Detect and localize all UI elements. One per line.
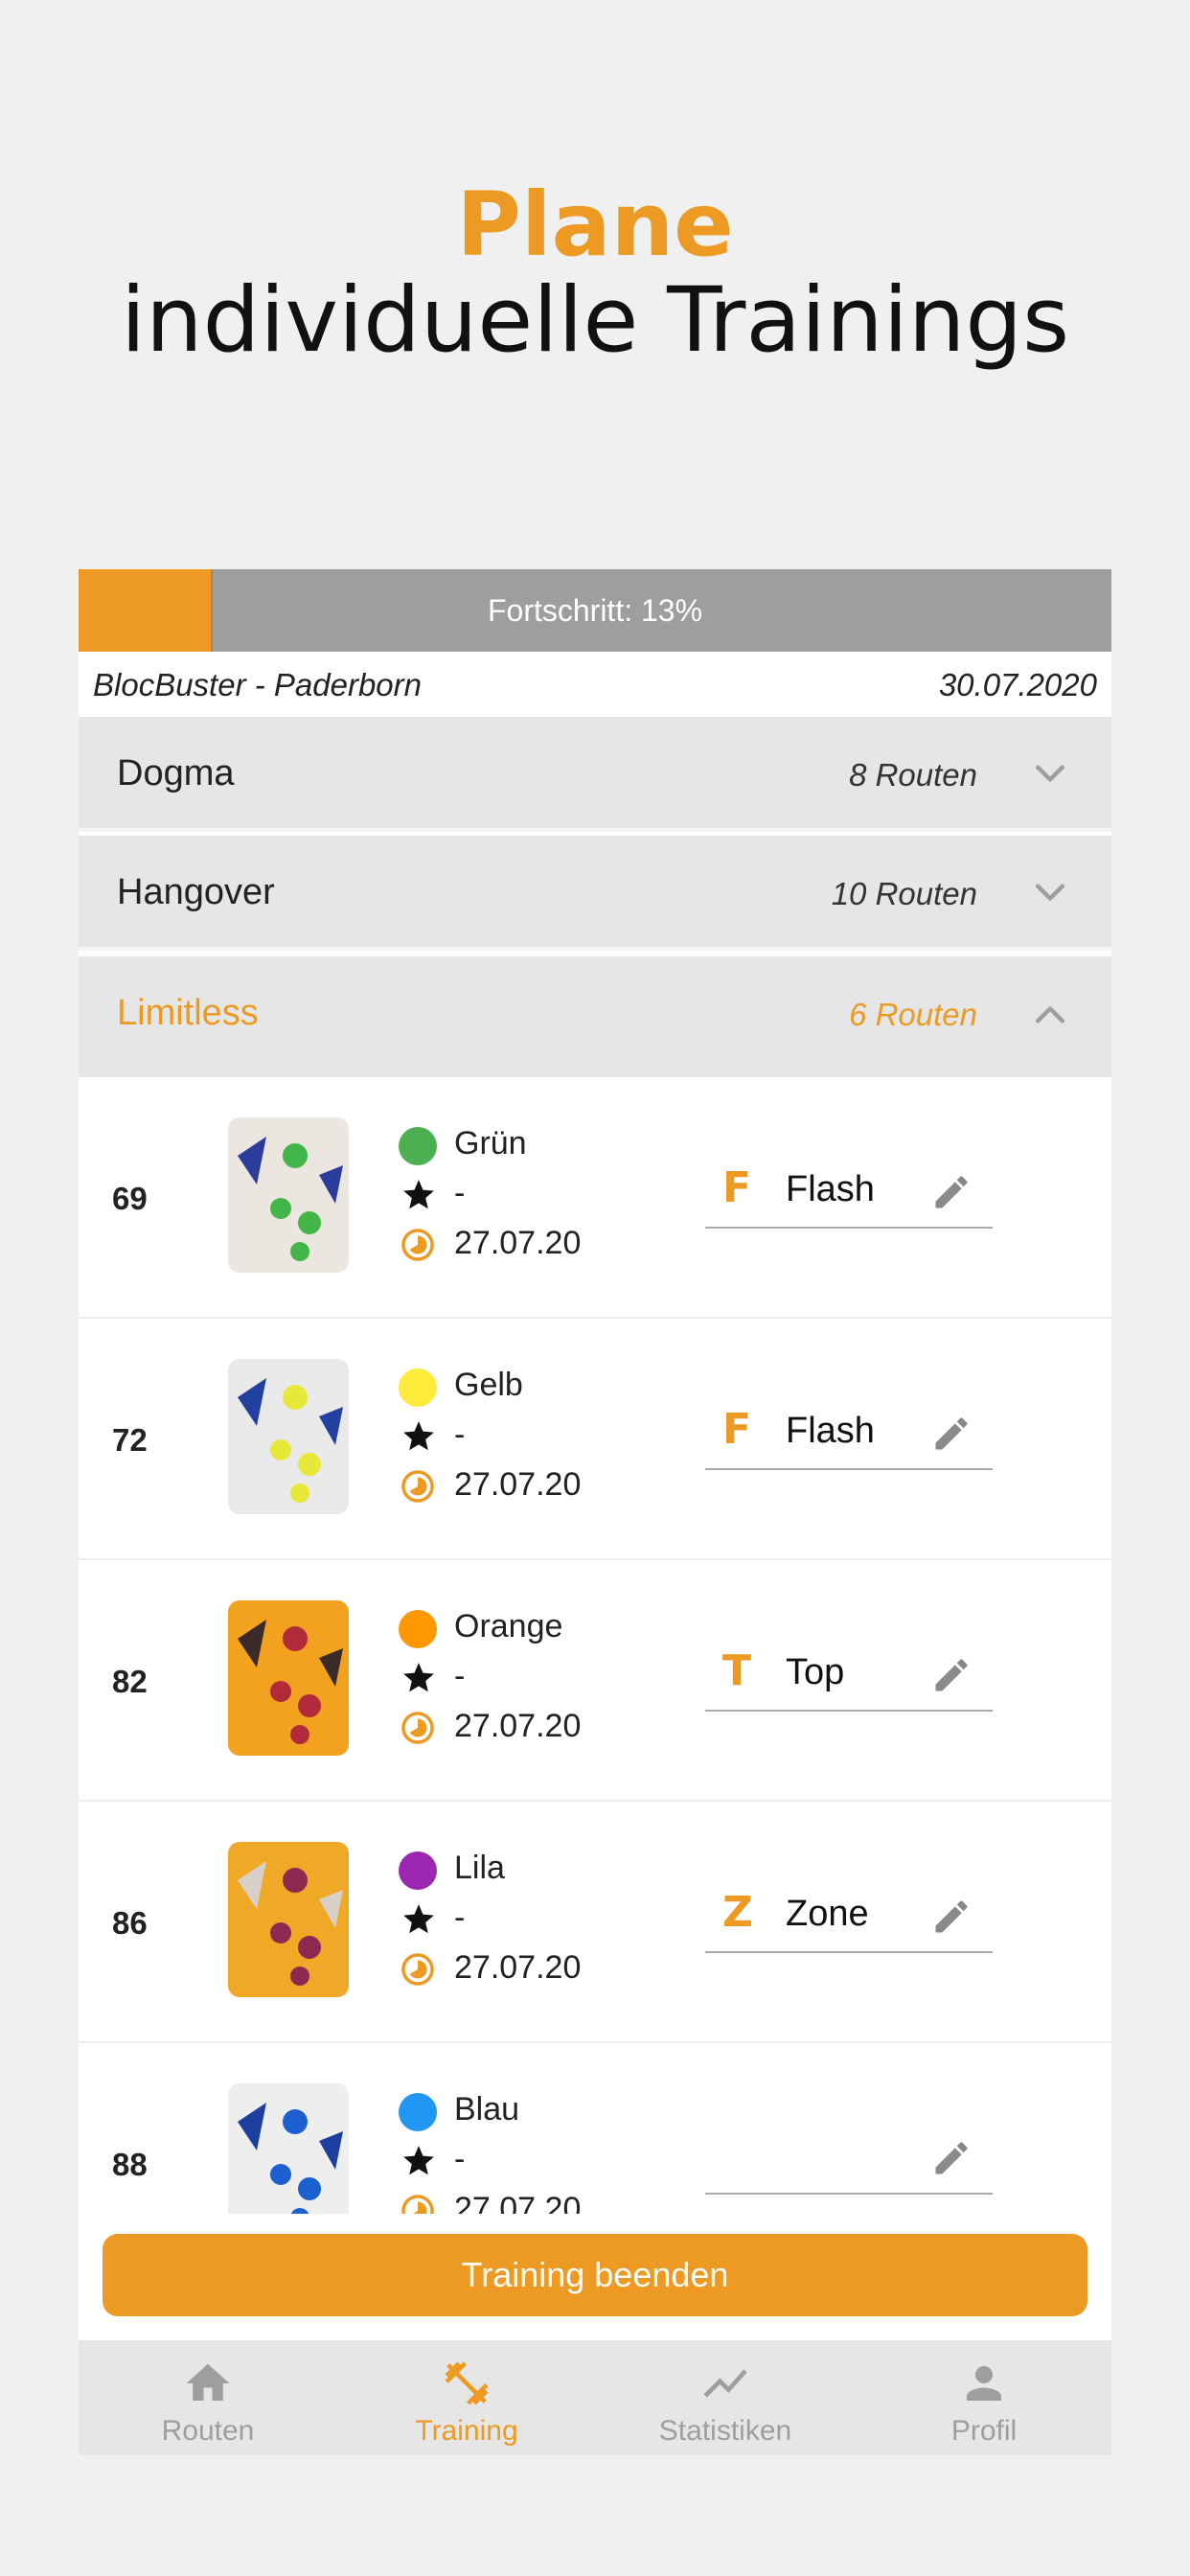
- route-row[interactable]: 72 Gelb - 27.07.20 F Flash: [79, 1319, 1111, 1560]
- session-date: 30.07.2020: [938, 667, 1097, 702]
- route-date: 27.07.20: [454, 1466, 582, 1503]
- route-number: 72: [112, 1422, 148, 1458]
- route-result-field[interactable]: F Flash: [705, 1154, 993, 1229]
- star-icon: [403, 1663, 434, 1692]
- group-dogma[interactable]: Dogma 8 Routen: [79, 717, 1111, 832]
- result-letter: Z: [722, 1888, 753, 1937]
- route-color-name: Gelb: [454, 1367, 523, 1403]
- chevron-up-icon[interactable]: [1029, 993, 1071, 1035]
- group-route-count: 6 Routen: [849, 997, 977, 1032]
- route-color-dot: [399, 1610, 437, 1648]
- finish-training-button[interactable]: Training beenden: [103, 2234, 1087, 2316]
- star-icon: [403, 1421, 434, 1451]
- route-photo[interactable]: [228, 1117, 349, 1273]
- result-letter: T: [722, 1646, 752, 1695]
- route-row[interactable]: 86 Lila - 27.07.20 Z Zone: [79, 1802, 1111, 2043]
- pencil-icon[interactable]: [930, 1896, 973, 1938]
- nav-item-training[interactable]: Training: [337, 2340, 596, 2455]
- nav-label: Profil: [950, 2415, 1018, 2447]
- group-limitless[interactable]: Limitless 6 Routen: [79, 956, 1111, 1077]
- bottom-navigation: Routen Training Statistiken Profil: [79, 2340, 1111, 2455]
- result-letter: F: [722, 1163, 752, 1212]
- chevron-down-icon[interactable]: [1029, 872, 1071, 914]
- route-color-name: Orange: [454, 1608, 563, 1644]
- pencil-icon[interactable]: [930, 1171, 973, 1213]
- result-label: Top: [786, 1652, 845, 1692]
- result-label: Flash: [786, 1169, 875, 1209]
- dumbbell-icon: [445, 2361, 489, 2405]
- headline: Plane individuelle Trainings: [0, 177, 1190, 369]
- route-photo[interactable]: [228, 2083, 349, 2214]
- nav-item-routen[interactable]: Routen: [79, 2340, 337, 2455]
- route-color-name: Grün: [454, 1125, 527, 1162]
- route-color-dot: [399, 2093, 437, 2131]
- session-info: BlocBuster - Paderborn 30.07.2020: [79, 652, 1111, 717]
- group-route-count: 8 Routen: [849, 757, 977, 793]
- nav-item-profil[interactable]: Profil: [855, 2340, 1111, 2455]
- route-color-name: Blau: [454, 2091, 520, 2128]
- route-rating: -: [454, 1175, 466, 1211]
- timer-icon: [401, 1229, 434, 1261]
- home-icon: [186, 2363, 230, 2401]
- progress-label: Fortschritt: 13%: [487, 593, 703, 628]
- route-result-field[interactable]: T Top: [705, 1637, 993, 1712]
- route-date: 27.07.20: [454, 1708, 582, 1744]
- star-icon: [403, 1180, 434, 1209]
- route-row[interactable]: 88 Blau - 27.07.20: [79, 2043, 1111, 2214]
- route-rating: -: [454, 1899, 466, 1936]
- result-letter: F: [722, 1405, 752, 1454]
- group-name: Dogma: [117, 753, 235, 794]
- group-hangover[interactable]: Hangover 10 Routen: [79, 836, 1111, 951]
- route-number: 86: [112, 1905, 148, 1941]
- route-photo[interactable]: [228, 1359, 349, 1514]
- timer-icon: [401, 2195, 434, 2214]
- result-label: Zone: [786, 1894, 869, 1934]
- group-route-count: 10 Routen: [831, 876, 977, 911]
- route-date: 27.07.20: [454, 1225, 582, 1261]
- star-icon: [403, 2146, 434, 2175]
- route-result-field[interactable]: F Flash: [705, 1395, 993, 1470]
- chevron-down-icon[interactable]: [1029, 753, 1071, 795]
- route-number: 82: [112, 1664, 148, 1699]
- route-result-field[interactable]: Z Zone: [705, 1878, 993, 1953]
- route-list[interactable]: 69 Grün - 27.07.20 F Flash 72 Gelb - 27.07.20 F Fla…: [79, 1077, 1111, 2214]
- route-rating: -: [454, 1658, 466, 1694]
- pencil-icon[interactable]: [930, 1654, 973, 1696]
- app-screen: Fortschritt: 13% BlocBuster - Paderborn …: [79, 569, 1111, 2455]
- timer-icon: [401, 1953, 434, 1986]
- route-color-dot: [399, 1368, 437, 1407]
- nav-label: Statistiken: [658, 2415, 792, 2447]
- result-label: Flash: [786, 1411, 875, 1451]
- route-color-name: Lila: [454, 1850, 505, 1886]
- nav-label: Training: [415, 2415, 518, 2447]
- route-number: 69: [112, 1181, 148, 1216]
- route-photo[interactable]: [228, 1600, 349, 1756]
- route-row[interactable]: 82 Orange - 27.07.20 T Top: [79, 1560, 1111, 1802]
- group-name: Limitless: [117, 993, 259, 1033]
- route-number: 88: [112, 2147, 148, 2182]
- route-photo[interactable]: [228, 1842, 349, 1997]
- group-name: Hangover: [117, 872, 275, 912]
- headline-subtitle: individuelle Trainings: [120, 268, 1070, 373]
- timer-icon: [401, 1712, 434, 1744]
- pencil-icon[interactable]: [930, 2137, 973, 2179]
- route-row[interactable]: 69 Grün - 27.07.20 F Flash: [79, 1077, 1111, 1319]
- route-color-dot: [399, 1852, 437, 1890]
- route-date: 27.07.20: [454, 1949, 582, 1986]
- route-result-field[interactable]: [705, 2120, 993, 2195]
- timer-icon: [401, 1470, 434, 1503]
- person-icon: [967, 2366, 1001, 2401]
- pencil-icon[interactable]: [930, 1413, 973, 1455]
- route-rating: -: [454, 2141, 466, 2177]
- star-icon: [403, 1904, 434, 1934]
- session-location: BlocBuster - Paderborn: [93, 667, 423, 702]
- chart-line-icon: [703, 2369, 747, 2398]
- nav-label: Routen: [161, 2415, 255, 2447]
- route-date: 27.07.20: [454, 2191, 582, 2214]
- headline-accent: Plane: [456, 173, 734, 276]
- nav-item-statistiken[interactable]: Statistiken: [596, 2340, 855, 2455]
- progress-bar: Fortschritt: 13%: [79, 569, 1111, 652]
- route-rating: -: [454, 1416, 466, 1453]
- route-color-dot: [399, 1127, 437, 1165]
